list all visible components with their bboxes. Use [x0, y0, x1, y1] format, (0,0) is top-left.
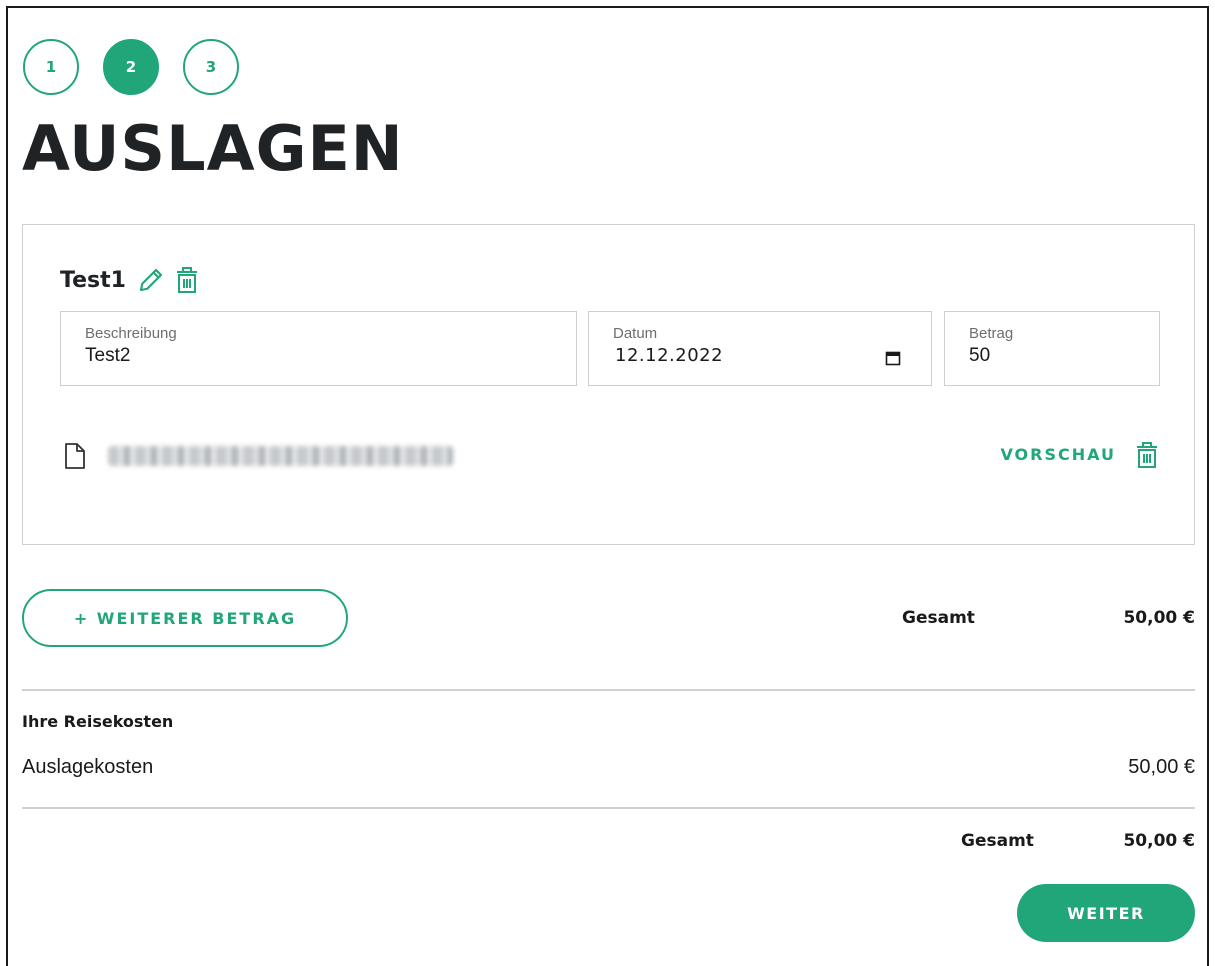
cost-line-value: 50,00 € — [1128, 756, 1195, 778]
attachment-file-name-redacted — [108, 446, 453, 466]
trash-icon[interactable] — [176, 266, 198, 294]
preview-link[interactable]: VORSCHAU — [1000, 445, 1116, 464]
expense-item-title: Test1 — [60, 267, 126, 293]
grand-total-label: Gesamt — [961, 831, 1034, 851]
description-input[interactable] — [85, 345, 576, 367]
calendar-icon[interactable] — [885, 350, 901, 371]
description-label: Beschreibung — [85, 325, 177, 342]
date-input[interactable] — [613, 345, 931, 366]
step-3[interactable]: 3 — [183, 39, 239, 95]
pencil-icon[interactable] — [136, 265, 166, 295]
step-1[interactable]: 1 — [23, 39, 79, 95]
expense-item-header: Test1 — [60, 265, 198, 295]
card-total-value: 50,00 € — [1123, 608, 1195, 628]
amount-field[interactable]: Betrag — [944, 311, 1160, 386]
attachment-row: VORSCHAU — [63, 441, 1158, 471]
description-field[interactable]: Beschreibung — [60, 311, 577, 386]
divider — [22, 807, 1195, 809]
amount-input[interactable] — [969, 345, 1159, 367]
step-2-active[interactable]: 2 — [103, 39, 159, 95]
date-field[interactable]: Datum — [588, 311, 932, 386]
cost-line-label: Auslagekosten — [22, 756, 154, 778]
expense-item-card: Test1 Beschreibung Datum — [22, 224, 1195, 545]
travel-costs-title: Ihre Reisekosten — [22, 712, 174, 731]
progress-stepper: 1 2 3 — [23, 39, 239, 95]
grand-total-value: 50,00 € — [1123, 831, 1195, 851]
trash-icon[interactable] — [1136, 441, 1158, 469]
amount-label: Betrag — [969, 325, 1014, 342]
date-label: Datum — [613, 325, 658, 342]
divider — [22, 689, 1195, 691]
card-total-label: Gesamt — [902, 608, 975, 628]
document-icon — [63, 441, 87, 476]
page-title: AUSLAGEN — [22, 112, 404, 185]
next-button[interactable]: WEITER — [1017, 884, 1195, 942]
add-amount-button[interactable]: + WEITERER BETRAG — [22, 589, 348, 647]
